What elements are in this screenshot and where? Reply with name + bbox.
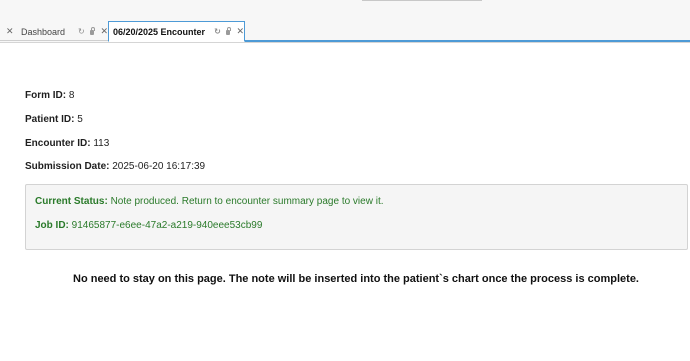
top-bar-fragment xyxy=(362,0,482,1)
close-icon[interactable]: ✕ xyxy=(236,26,244,37)
status-panel: Current Status: Note produced. Return to… xyxy=(25,184,688,250)
lock-icon[interactable] xyxy=(225,27,231,35)
tab-strip: ✕ Dashboard ↻ ✕ 06/20/2025 Encounter ↻ ✕ xyxy=(0,0,690,43)
tab-label: Dashboard xyxy=(21,26,66,37)
submission-date-label: Submission Date: xyxy=(25,161,110,172)
tab-dashboard[interactable]: Dashboard ↻ ✕ xyxy=(12,21,108,42)
lock-icon[interactable] xyxy=(89,27,95,35)
current-status-row: Current Status: Note produced. Return to… xyxy=(35,196,384,207)
tab-partial[interactable]: ✕ xyxy=(0,21,14,42)
job-id-row: Job ID: 91465877-e6ee-47a2-a219-940eee53… xyxy=(35,220,262,231)
encounter-id-row: Encounter ID: 113 xyxy=(25,138,109,149)
form-id-value: 8 xyxy=(68,90,75,101)
job-id-value: 91465877-e6ee-47a2-a219-940eee53cb99 xyxy=(71,220,263,231)
current-status-label: Current Status: xyxy=(35,196,108,207)
tab-active-underline xyxy=(245,40,690,42)
current-status-value: Note produced. Return to encounter summa… xyxy=(110,196,384,207)
patient-id-row: Patient ID: 5 xyxy=(25,114,83,125)
tab-divider xyxy=(0,40,108,41)
tab-label: 06/20/2025 Encounter xyxy=(113,26,206,37)
submission-date-row: Submission Date: 2025-06-20 16:17:39 xyxy=(25,161,205,172)
refresh-icon[interactable]: ↻ xyxy=(78,27,85,36)
form-id-row: Form ID: 8 xyxy=(25,90,74,101)
submission-date-value: 2025-06-20 16:17:39 xyxy=(112,161,206,172)
job-id-label: Job ID: xyxy=(35,220,69,231)
encounter-id-label: Encounter ID: xyxy=(25,138,91,149)
patient-id-label: Patient ID: xyxy=(25,114,75,125)
close-icon[interactable]: ✕ xyxy=(100,26,108,37)
notice-message: No need to stay on this page. The note w… xyxy=(73,273,639,285)
encounter-id-value: 113 xyxy=(93,138,110,149)
refresh-icon[interactable]: ↻ xyxy=(214,27,221,36)
tab-encounter[interactable]: 06/20/2025 Encounter ↻ ✕ xyxy=(108,21,245,42)
form-id-label: Form ID: xyxy=(25,90,67,101)
patient-id-value: 5 xyxy=(77,114,83,125)
